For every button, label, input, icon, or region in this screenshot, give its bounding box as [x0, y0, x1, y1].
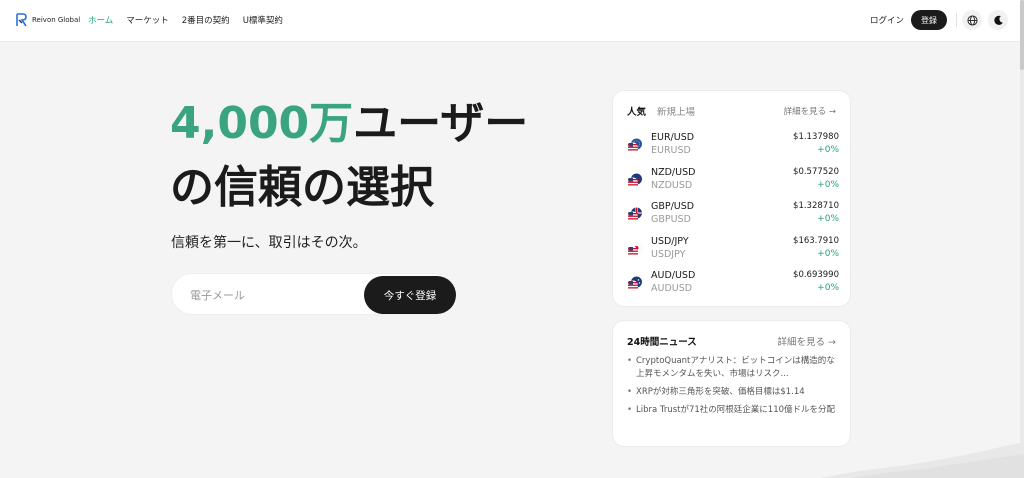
- news-item[interactable]: CryptoQuantアナリスト：ビットコインは構造的な上昇モメンタムを失い、市…: [627, 355, 839, 381]
- globe-icon: [966, 14, 978, 26]
- email-signup-form: 今すぐ登録: [171, 273, 456, 315]
- eu-us-flag-icon: [628, 138, 642, 153]
- tab-new-listings[interactable]: 新規上場: [657, 104, 695, 118]
- pair-symbol: EURUSD: [651, 145, 691, 156]
- pair-name: GBP/USD: [651, 201, 695, 213]
- moon-icon: [993, 15, 1003, 25]
- brand-logo[interactable]: Reivon Global: [16, 13, 80, 27]
- pair-name: AUD/USD: [651, 270, 696, 282]
- top-nav-bar: Reivon Global ホーム マーケット 2番目の契約 U標準契約 ログイ…: [0, 0, 1024, 42]
- pair-name: USD/JPY: [651, 235, 689, 247]
- us-jp-flag-icon: [628, 242, 643, 257]
- market-tabs: 人気 新規上場: [627, 104, 695, 118]
- main-nav: ホーム マーケット 2番目の契約 U標準契約: [88, 14, 283, 26]
- register-now-button[interactable]: 今すぐ登録: [364, 276, 456, 314]
- news-list: CryptoQuantアナリスト：ビットコインは構造的な上昇モメンタムを失い、市…: [627, 355, 839, 422]
- nav-item-second-contract[interactable]: 2番目の契約: [182, 14, 230, 26]
- market-list: EUR/USD EURUSD $1.137980 +0% NZD/USD NZD…: [627, 131, 839, 304]
- pair-change: +0%: [817, 145, 839, 155]
- language-button[interactable]: [962, 10, 982, 30]
- logo-icon: [16, 13, 27, 27]
- hero-title-accent: 4,000万: [170, 98, 354, 149]
- pair-symbol: AUDUSD: [651, 283, 693, 295]
- pair-symbol: USDJPY: [651, 248, 686, 260]
- hero-title-rest: ユーザー: [353, 98, 529, 149]
- nav-item-u-standard-contract[interactable]: U標準契約: [243, 14, 283, 26]
- header-divider: [956, 13, 957, 27]
- news-item[interactable]: XRPが対称三角形を突破、価格目標は$1.14: [627, 386, 839, 399]
- nz-us-flag-icon: [628, 173, 642, 188]
- news-more-link[interactable]: 詳細を見る →: [778, 334, 836, 348]
- scrollbar-thumb[interactable]: [1020, 0, 1024, 70]
- hero-subtitle: 信頼を第一に、取引はその次。: [171, 235, 367, 251]
- pair-name: NZD/USD: [651, 166, 696, 178]
- pair-price: $0.693990: [793, 270, 839, 281]
- decorative-texture: [820, 442, 1024, 478]
- pair-change: +0%: [817, 214, 839, 225]
- theme-toggle-button[interactable]: [988, 10, 1008, 30]
- tab-popular[interactable]: 人気: [627, 104, 646, 118]
- pair-price: $0.577520: [793, 166, 839, 177]
- brand-name: Reivon Global: [32, 16, 81, 24]
- news-card: 24時間ニュース 詳細を見る → CryptoQuantアナリスト：ビットコイン…: [612, 320, 851, 447]
- market-row[interactable]: GBP/USD GBPUSD $1.328710 +0%: [627, 200, 839, 235]
- pair-change: +0%: [817, 283, 839, 294]
- news-item[interactable]: Libra Trustが71社の阿根廷企業に110億ドルを分配: [627, 404, 839, 417]
- market-row[interactable]: NZD/USD NZDUSD $0.577520 +0%: [627, 166, 839, 201]
- pair-symbol: NZDUSD: [651, 179, 693, 191]
- pair-price: $163.7910: [793, 235, 839, 246]
- pair-symbol: GBPUSD: [651, 214, 691, 226]
- hero-title-line2: の信頼の選択: [170, 162, 434, 213]
- au-us-flag-icon: [628, 276, 642, 291]
- pair-price: $1.328710: [793, 201, 839, 212]
- nav-item-home[interactable]: ホーム: [88, 14, 113, 26]
- pair-name: EUR/USD: [651, 132, 695, 143]
- pair-change: +0%: [817, 179, 839, 190]
- market-row[interactable]: AUD/USD AUDUSD $0.693990 +0%: [627, 269, 839, 304]
- nav-item-markets[interactable]: マーケット: [126, 14, 169, 26]
- market-card: 人気 新規上場 詳細を見る → EUR/USD EURUSD $1.137980…: [612, 90, 851, 307]
- email-input[interactable]: [190, 286, 360, 304]
- market-more-link[interactable]: 詳細を見る →: [784, 105, 836, 117]
- pair-change: +0%: [817, 248, 839, 259]
- page-scrollbar[interactable]: [1020, 0, 1024, 478]
- login-link[interactable]: ログイン: [870, 14, 904, 26]
- register-button[interactable]: 登録: [911, 10, 947, 30]
- market-row[interactable]: EUR/USD EURUSD $1.137980 +0%: [627, 131, 839, 166]
- gb-us-flag-icon: [628, 207, 642, 222]
- news-title: 24時間ニュース: [627, 337, 697, 348]
- market-row[interactable]: USD/JPY USDJPY $163.7910 +0%: [627, 235, 839, 270]
- pair-price: $1.137980: [793, 132, 839, 142]
- hero-title-line1: 4,000万ユーザー: [170, 96, 528, 152]
